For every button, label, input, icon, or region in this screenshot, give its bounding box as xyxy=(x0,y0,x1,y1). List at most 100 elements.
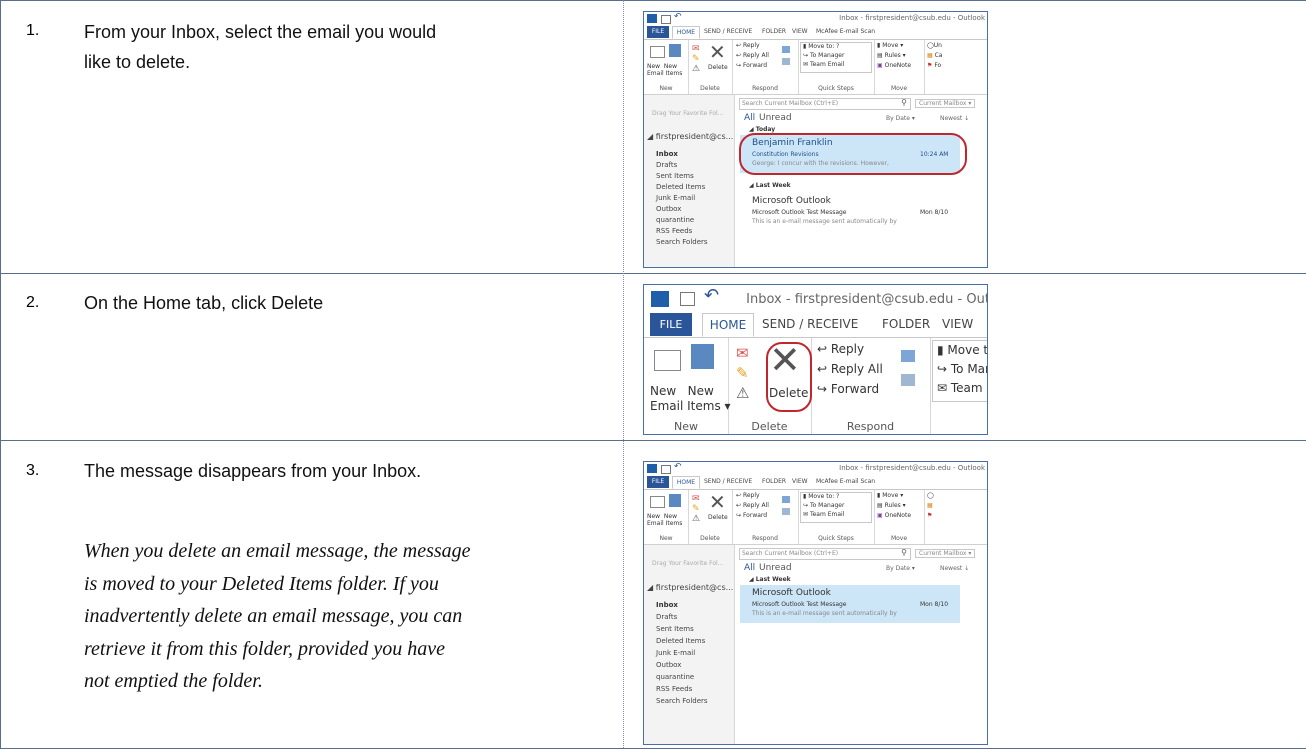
ignore-icon[interactable]: ✉ xyxy=(692,44,700,54)
tab-folder[interactable]: FOLDER xyxy=(762,28,786,35)
tab-folder[interactable]: FOLDER xyxy=(882,317,930,331)
folder-quarantine[interactable]: quarantine xyxy=(656,216,694,224)
more-respond-icon[interactable] xyxy=(782,508,790,515)
folder-inbox[interactable]: Inbox xyxy=(656,601,678,609)
filter-unread[interactable]: Unread xyxy=(759,563,792,573)
new-items-icon[interactable] xyxy=(691,344,714,369)
delete-icon[interactable]: ✕ xyxy=(709,490,726,514)
tab-home[interactable]: HOME xyxy=(672,26,700,39)
folder-search-folders[interactable]: Search Folders xyxy=(656,238,708,246)
cleanup-icon[interactable]: ✎ xyxy=(736,364,749,382)
ignore-icon[interactable]: ✉ xyxy=(692,494,700,504)
move-to-step[interactable]: ▮ Move to: ? xyxy=(803,493,839,500)
delete-icon[interactable]: ✕ xyxy=(769,338,801,382)
tab-file[interactable]: FILE xyxy=(650,313,692,336)
team-email-step[interactable]: ✉ Team Email xyxy=(803,61,844,68)
more-respond-icon[interactable] xyxy=(782,58,790,65)
junk-icon[interactable]: ⚠ xyxy=(692,64,700,74)
folder-rss-feeds[interactable]: RSS Feeds xyxy=(656,685,692,693)
email-item-selected[interactable]: Microsoft Outlook Microsoft Outlook Test… xyxy=(740,585,960,623)
filter-all[interactable]: All xyxy=(744,113,755,123)
folder-search-folders[interactable]: Search Folders xyxy=(656,697,708,705)
undo-icon[interactable]: ↶ xyxy=(704,285,719,306)
tab-home[interactable]: HOME xyxy=(702,313,754,337)
reply-button[interactable]: ↩ Reply xyxy=(736,492,760,499)
folder-inbox[interactable]: Inbox xyxy=(656,150,678,158)
follow-up-button[interactable]: ⚑ Fo xyxy=(927,62,941,69)
folder-quarantine[interactable]: quarantine xyxy=(656,673,694,681)
tab-file[interactable]: FILE xyxy=(647,476,669,488)
new-email-icon[interactable] xyxy=(654,350,681,371)
to-manager-step[interactable]: ↪ To Manager xyxy=(803,502,844,509)
folder-drafts[interactable]: Drafts xyxy=(656,161,677,169)
cleanup-icon[interactable]: ✎ xyxy=(692,504,700,514)
meeting-icon[interactable] xyxy=(782,46,790,53)
tab-send-receive[interactable]: SEND / RECEIVE xyxy=(704,28,752,35)
delete-icon[interactable]: ✕ xyxy=(709,40,726,64)
folder-deleted-items[interactable]: Deleted Items xyxy=(656,637,705,645)
new-email-button[interactable]: New New Email Items ▾ xyxy=(650,384,731,414)
save-icon[interactable] xyxy=(680,292,695,306)
tab-send-receive[interactable]: SEND / RECEIVE xyxy=(762,317,858,331)
sort-newest[interactable]: Newest ↓ xyxy=(940,115,969,122)
tab-view[interactable]: VIEW xyxy=(792,28,808,35)
account-node[interactable]: ◢ firstpresident@cs... xyxy=(647,132,733,141)
tab-view[interactable]: VIEW xyxy=(942,317,973,331)
unread-read-button[interactable]: ◯ xyxy=(927,492,934,499)
ignore-icon[interactable]: ✉ xyxy=(736,344,749,362)
filter-unread[interactable]: Unread xyxy=(759,113,792,123)
folder-junk[interactable]: Junk E-mail xyxy=(656,649,695,657)
undo-icon[interactable]: ↶ xyxy=(674,12,682,22)
new-email-icon[interactable] xyxy=(650,496,665,508)
folder-deleted-items[interactable]: Deleted Items xyxy=(656,183,705,191)
folder-drafts[interactable]: Drafts xyxy=(656,613,677,621)
folder-sent-items[interactable]: Sent Items xyxy=(656,172,694,180)
tab-folder[interactable]: FOLDER xyxy=(762,478,786,485)
cleanup-icon[interactable]: ✎ xyxy=(692,54,700,64)
onenote-button[interactable]: ▣ OneNote xyxy=(877,62,911,69)
move-button[interactable]: ▮ Move ▾ xyxy=(877,492,903,499)
delete-button[interactable]: Delete xyxy=(708,64,728,71)
folder-rss-feeds[interactable]: RSS Feeds xyxy=(656,227,692,235)
team-email-step[interactable]: ✉ Team Email xyxy=(937,381,987,395)
new-items-icon[interactable] xyxy=(669,494,681,507)
rules-button[interactable]: ▤ Rules ▾ xyxy=(877,52,906,59)
forward-button[interactable]: ↪ Forward xyxy=(817,382,879,396)
unread-read-button[interactable]: ◯Un xyxy=(927,42,942,49)
forward-button[interactable]: ↪ Forward xyxy=(736,512,767,519)
categorize-button[interactable]: ▦ Ca xyxy=(927,52,942,59)
reply-all-button[interactable]: ↩ Reply All xyxy=(817,362,883,376)
undo-icon[interactable]: ↶ xyxy=(674,462,682,472)
save-icon[interactable] xyxy=(661,465,671,474)
categorize-button[interactable]: ▦ xyxy=(927,502,933,509)
move-to-step[interactable]: ▮ Move to: ? xyxy=(937,343,987,357)
email-item[interactable]: Microsoft Outlook Microsoft Outlook Test… xyxy=(740,193,960,231)
filter-all[interactable]: All xyxy=(744,563,755,573)
tab-view[interactable]: VIEW xyxy=(792,478,808,485)
delete-button[interactable]: Delete xyxy=(769,386,808,400)
search-input[interactable]: Search Current Mailbox (Ctrl+E) ⚲ xyxy=(739,98,911,110)
junk-icon[interactable]: ⚠ xyxy=(736,384,749,402)
tab-file[interactable]: FILE xyxy=(647,26,669,38)
account-node[interactable]: ◢ firstpresident@cs... xyxy=(647,583,733,592)
team-email-step[interactable]: ✉ Team Email xyxy=(803,511,844,518)
tab-mcafee[interactable]: McAfee E-mail Scan xyxy=(816,28,875,35)
tab-mcafee[interactable]: McAfee E-mail Scan xyxy=(816,478,875,485)
save-icon[interactable] xyxy=(661,15,671,24)
move-to-step[interactable]: ▮ Move to: ? xyxy=(803,43,839,50)
delete-button[interactable]: Delete xyxy=(708,514,728,521)
to-manager-step[interactable]: ↪ To Manager xyxy=(803,52,844,59)
junk-icon[interactable]: ⚠ xyxy=(692,514,700,524)
forward-button[interactable]: ↪ Forward xyxy=(736,62,767,69)
sort-by-date[interactable]: By Date ▾ xyxy=(886,565,915,572)
folder-outbox[interactable]: Outbox xyxy=(656,205,681,213)
folder-outbox[interactable]: Outbox xyxy=(656,661,681,669)
rules-button[interactable]: ▤ Rules ▾ xyxy=(877,502,906,509)
sort-newest[interactable]: Newest ↓ xyxy=(940,565,969,572)
more-respond-icon[interactable] xyxy=(901,374,915,386)
search-scope-dropdown[interactable]: Current Mailbox ▾ xyxy=(915,549,976,558)
follow-up-button[interactable]: ⚑ xyxy=(927,512,932,519)
reply-all-button[interactable]: ↩ Reply All xyxy=(736,502,769,509)
new-email-button[interactable]: New New Email Items xyxy=(647,513,682,527)
reply-button[interactable]: ↩ Reply xyxy=(817,342,864,356)
